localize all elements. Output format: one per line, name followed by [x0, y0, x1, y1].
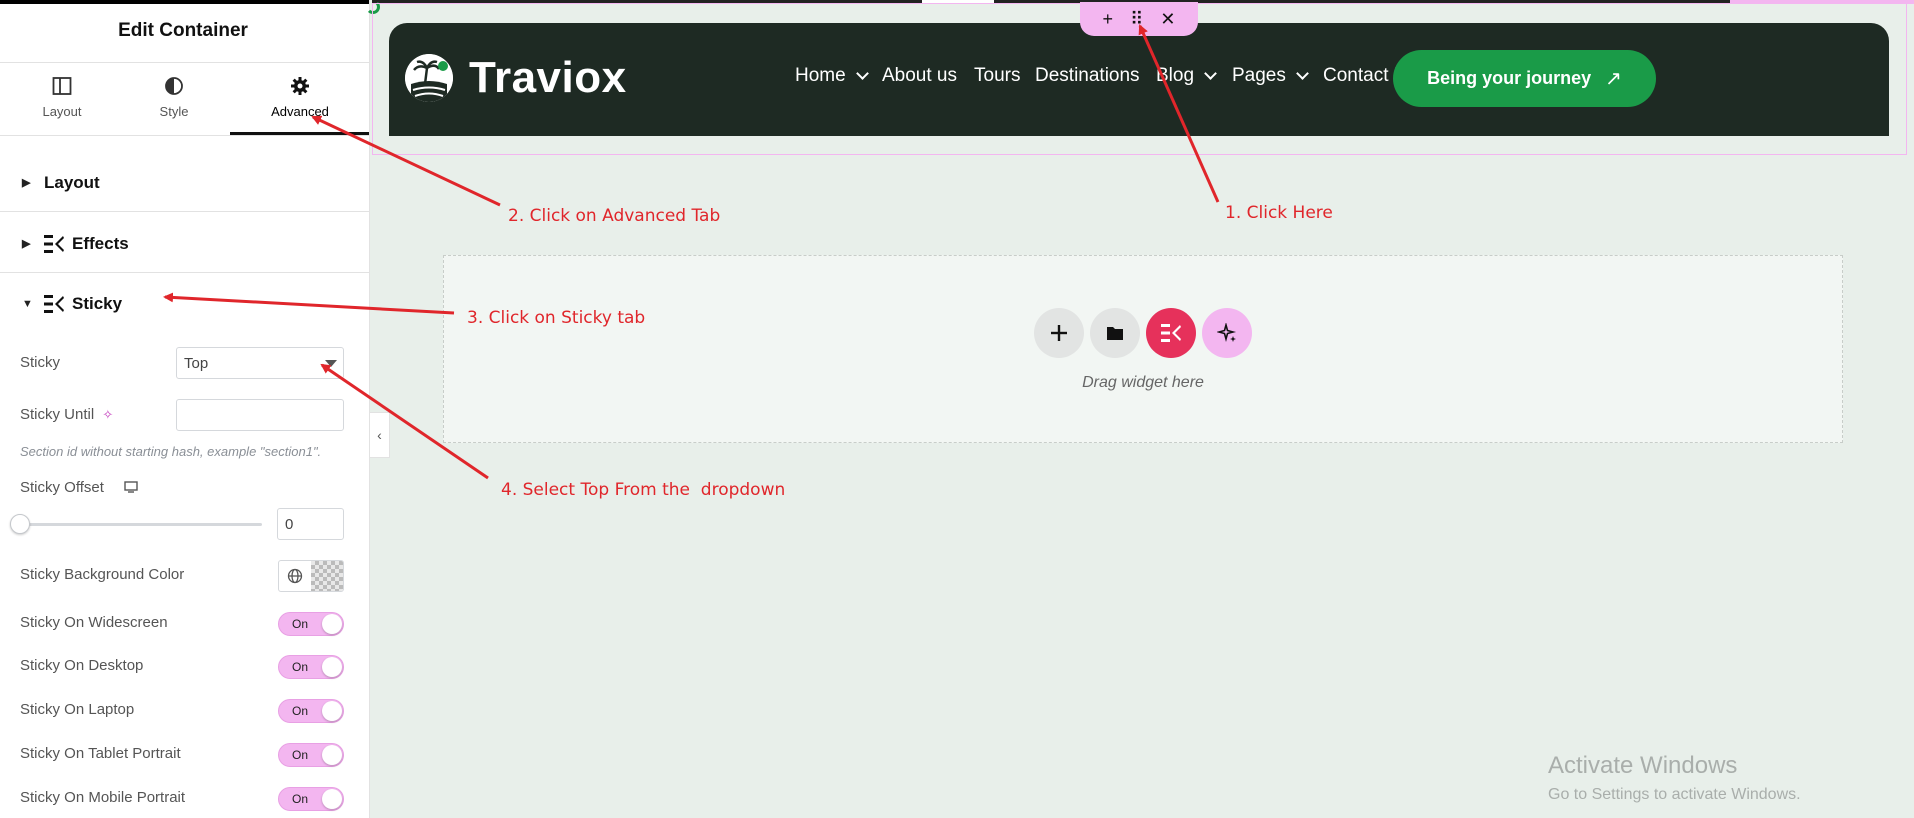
- sticky-offset-slider-track[interactable]: [20, 523, 262, 526]
- ai-button[interactable]: [1202, 308, 1252, 358]
- desktop-icon[interactable]: [124, 480, 138, 497]
- add-template-button[interactable]: [1090, 308, 1140, 358]
- tab-layout[interactable]: Layout: [0, 76, 124, 134]
- style-icon: [112, 76, 236, 100]
- elementor-kit-button[interactable]: [1146, 308, 1196, 358]
- section-sticky[interactable]: ▼ Sticky: [0, 275, 369, 333]
- widget-drop-zone[interactable]: Drag widget here: [443, 255, 1843, 443]
- close-icon[interactable]: ✕: [1160, 9, 1175, 30]
- sticky-widescreen-toggle[interactable]: On: [278, 612, 344, 636]
- divider: [0, 135, 369, 136]
- toggle-label: Sticky On Tablet Portrait: [20, 745, 181, 762]
- annotation-step-1: 1. Click Here: [1225, 203, 1333, 223]
- toggle-label: Sticky On Widescreen: [20, 614, 168, 631]
- section-label: Sticky: [72, 294, 123, 313]
- elementor-pro-icon: [44, 295, 64, 313]
- toggle-label: Sticky On Laptop: [20, 701, 135, 718]
- caret-down-icon: ▼: [22, 298, 33, 310]
- toggle-label: Sticky On Mobile Portrait: [20, 789, 186, 806]
- drop-zone-text: Drag widget here: [1082, 374, 1204, 391]
- tab-advanced[interactable]: Advanced: [238, 76, 362, 134]
- add-section-button[interactable]: [1034, 308, 1084, 358]
- ai-sparkle-icon: [1217, 323, 1237, 343]
- tab-style[interactable]: Style: [112, 76, 236, 134]
- caret-right-icon: ▶: [22, 177, 31, 189]
- sticky-until-label: Sticky Until ✧: [20, 406, 114, 423]
- logo-icon: [405, 54, 453, 102]
- sticky-offset-input[interactable]: 0: [277, 508, 344, 540]
- panel-top-bar: [0, 0, 369, 4]
- annotation-step-3: 3. Click on Sticky tab: [467, 308, 646, 328]
- panel-title: Edit Container: [118, 20, 248, 41]
- section-label: Effects: [72, 233, 129, 253]
- nav-pages[interactable]: Pages: [1232, 65, 1309, 87]
- sticky-bg-color-control[interactable]: [278, 560, 344, 592]
- caret-right-icon: ▶: [22, 238, 31, 250]
- nav-home[interactable]: Home: [795, 65, 869, 87]
- layout-icon: [0, 76, 124, 100]
- sticky-bg-label: Sticky Background Color: [20, 566, 185, 583]
- plus-icon: [1051, 325, 1067, 341]
- nav-tours[interactable]: Tours: [974, 65, 1020, 87]
- ai-sparkle-icon[interactable]: ✧: [102, 407, 113, 422]
- editor-panel: Edit Container Layout Style Advanced ▶ L…: [0, 0, 370, 818]
- section-layout[interactable]: ▶ Layout: [0, 154, 369, 212]
- nav-destinations[interactable]: Destinations: [1035, 65, 1140, 87]
- chevron-down-icon: [325, 360, 337, 367]
- chevron-down-icon: [1296, 66, 1309, 80]
- sticky-offset-label: Sticky Offset: [20, 479, 138, 497]
- folder-icon: [1107, 327, 1123, 340]
- annotation-step-4: 4. Select Top From the dropdown: [501, 480, 786, 500]
- sticky-label: Sticky: [20, 354, 61, 371]
- sticky-laptop-toggle[interactable]: On: [278, 699, 344, 723]
- add-icon[interactable]: +: [1103, 9, 1114, 30]
- tab-label: Layout: [42, 104, 82, 119]
- sticky-until-hint: Section id without starting hash, exampl…: [20, 444, 322, 459]
- windows-watermark-title: Activate Windows: [1548, 752, 1738, 779]
- annotation-step-2: 2. Click on Advanced Tab: [508, 206, 721, 226]
- color-swatch[interactable]: [311, 561, 343, 591]
- arrow-up-right-icon: ↗: [1605, 68, 1622, 90]
- site-logo-text[interactable]: Traviox: [469, 53, 627, 103]
- elementor-pro-icon: [44, 234, 64, 253]
- drag-handle-icon[interactable]: ⠿: [1130, 9, 1143, 30]
- chevron-down-icon: [855, 66, 869, 80]
- section-effects[interactable]: ▶ Effects: [0, 215, 369, 273]
- nav-about[interactable]: About us: [882, 65, 957, 87]
- sticky-offset-slider-thumb[interactable]: [10, 514, 30, 534]
- sticky-until-input[interactable]: [176, 399, 344, 431]
- globe-icon[interactable]: [279, 561, 311, 591]
- site-header[interactable]: Traviox Home About us Tours Destinations…: [389, 23, 1889, 136]
- cta-button[interactable]: Being your journey ↗: [1393, 50, 1656, 107]
- collapse-panel-button[interactable]: ‹: [370, 412, 390, 458]
- chevron-down-icon: [1204, 66, 1217, 80]
- windows-watermark-subtitle: Go to Settings to activate Windows.: [1548, 786, 1801, 803]
- toggle-label: Sticky On Desktop: [20, 657, 144, 674]
- gear-icon: [238, 76, 362, 100]
- container-handle[interactable]: + ⠿ ✕: [1080, 2, 1198, 36]
- tab-label: Style: [159, 104, 189, 119]
- sticky-select-value: Top: [184, 354, 209, 372]
- sticky-select[interactable]: Top: [176, 347, 344, 379]
- sticky-tablet-toggle[interactable]: On: [278, 743, 344, 767]
- divider: [0, 62, 369, 63]
- elementor-pro-icon: [1161, 324, 1181, 342]
- section-label: Layout: [44, 172, 100, 192]
- tab-label: Advanced: [271, 104, 329, 119]
- nav-blog[interactable]: Blog: [1156, 65, 1217, 87]
- sticky-mobile-toggle[interactable]: On: [278, 787, 344, 811]
- sticky-desktop-toggle[interactable]: On: [278, 655, 344, 679]
